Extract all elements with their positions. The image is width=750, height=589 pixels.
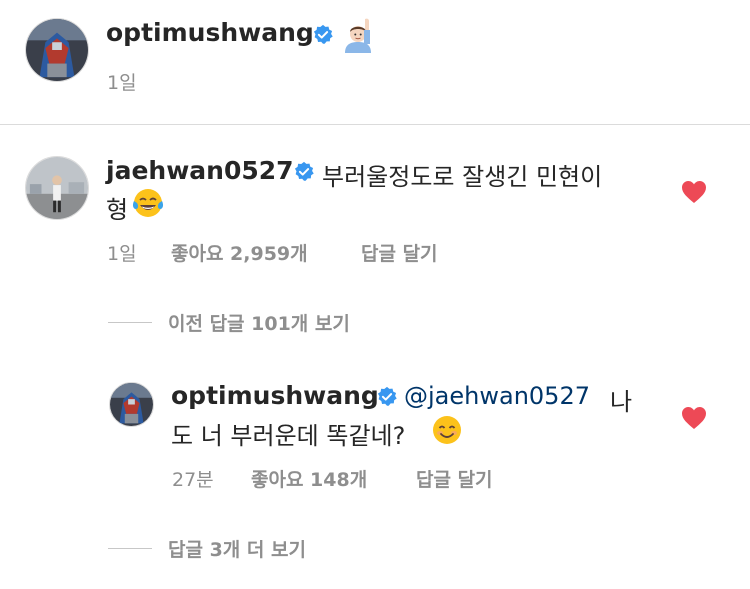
comment-text-line2: 형: [106, 196, 129, 224]
verified-badge-icon: [293, 161, 315, 183]
instagram-comments-screen: optimushwang 1일 jaehwan0527 부러울정도로 잘생긴 민…: [0, 0, 750, 589]
raising-hand-emoji-icon: [343, 17, 377, 53]
commenter-username[interactable]: jaehwan0527: [106, 156, 294, 185]
smiling-emoji-icon: [431, 414, 463, 446]
thread-dash-line: [108, 322, 152, 323]
reply-timestamp: 27분: [172, 469, 214, 491]
post-author-avatar[interactable]: [25, 18, 89, 82]
thread-dash-line: [108, 548, 152, 549]
reply-like-heart-icon[interactable]: [681, 406, 707, 430]
reply-likes-count[interactable]: 좋아요 148개: [251, 465, 367, 492]
section-divider: [0, 124, 750, 125]
view-more-replies-button[interactable]: 답글 3개 더 보기: [168, 535, 306, 562]
view-previous-replies-button[interactable]: 이전 답글 101개 보기: [168, 309, 350, 336]
comment-timestamp: 1일: [107, 243, 137, 265]
comment-like-heart-icon[interactable]: [681, 180, 707, 204]
reply-text-line2: 도 너 부러운데 똑같네?: [171, 422, 406, 450]
verified-badge-icon: [376, 386, 398, 408]
reply-author-avatar[interactable]: [109, 382, 154, 427]
post-author-username[interactable]: optimushwang: [106, 18, 314, 47]
reply-author-username[interactable]: optimushwang: [171, 381, 379, 410]
reply-text-line1-suffix: 나: [610, 388, 633, 416]
comment-likes-count[interactable]: 좋아요 2,959개: [171, 239, 308, 266]
reply-mention-link[interactable]: @jaehwan0527: [404, 382, 590, 410]
tears-of-joy-emoji-icon: [132, 187, 164, 219]
commenter-avatar[interactable]: [25, 156, 89, 220]
reply-reply-button[interactable]: 답글 달기: [416, 465, 493, 492]
post-timestamp: 1일: [107, 72, 137, 94]
comment-reply-button[interactable]: 답글 달기: [361, 239, 438, 266]
comment-text-line1: 부러울정도로 잘생긴 민현이: [322, 163, 603, 191]
verified-badge-icon: [312, 24, 334, 46]
